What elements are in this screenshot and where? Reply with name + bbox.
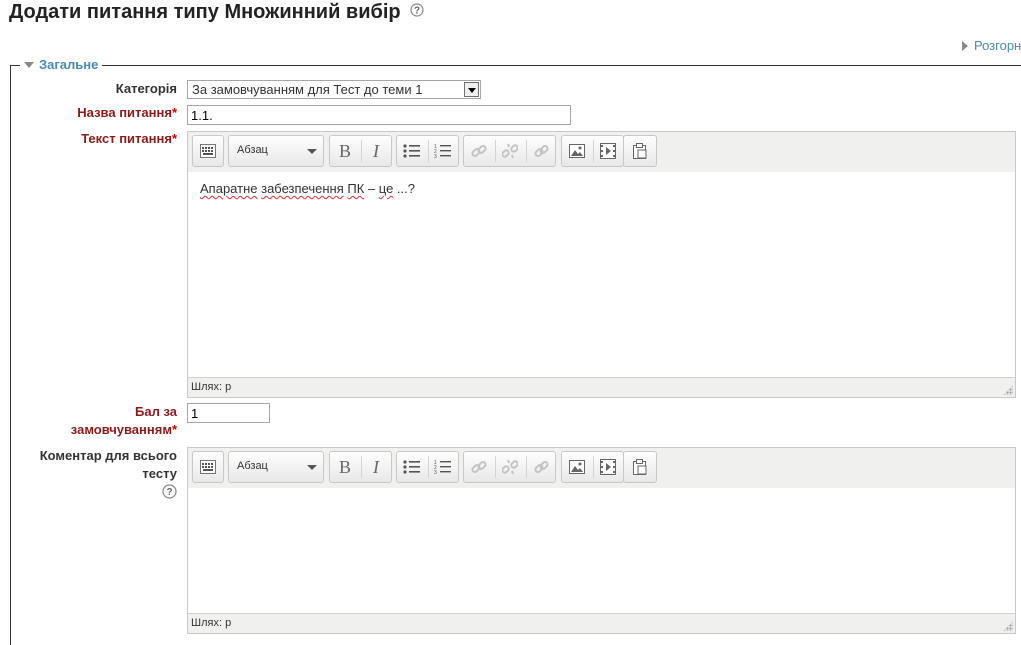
svg-text:B: B [339,142,351,160]
toggle-toolbar-icon[interactable] [193,452,223,482]
paste-icon[interactable] [625,136,655,166]
bold-icon[interactable]: B [330,136,360,166]
toolbar-group-media [561,451,624,483]
question-text-label: Текст питання* [40,130,177,148]
required-star: * [171,105,177,120]
element-path[interactable]: Шлях: p [191,617,231,629]
general-feedback-label-line2: тесту [142,466,177,481]
editor-statusbar: Шлях: p [188,613,1015,633]
toolbar-group-text-style: B I [329,135,392,167]
link-icon[interactable] [464,136,494,166]
paste-icon[interactable] [625,452,655,482]
expand-all-link[interactable]: Розгорн [962,38,1021,53]
page-title: Додати питання типу Множинний вибір ? [9,1,424,24]
svg-text:3: 3 [434,470,437,475]
toolbar-group-toggle [192,451,224,483]
unlink-icon[interactable] [495,136,525,166]
question-name-label-text: Назва питання [77,105,172,120]
dropdown-arrow-icon [307,149,317,154]
general-feedback-editor: Абзац B I 123 Шлях: p [187,447,1016,634]
editor-toolbar: Абзац B I 123 [188,132,1015,173]
link-icon[interactable] [464,452,494,482]
format-select-value: Абзац [237,460,268,472]
question-name-label: Назва питання* [40,104,177,122]
required-star: * [171,422,177,437]
text-fragment: – [364,181,379,196]
editor-toolbar: Абзац B I 123 [188,448,1015,489]
numbered-list-icon[interactable]: 123 [428,136,458,166]
expand-all-label: Розгорн [974,38,1021,53]
category-label: Категорія [60,80,177,98]
toolbar-group-lists: 123 [396,451,459,483]
text-fragment: це [378,181,394,196]
media-icon[interactable] [593,452,623,482]
question-text-editor: Абзац B I 123 Апаратне забезпечення ПК –… [187,131,1016,398]
default-mark-label-line2: замовчуванням [70,422,172,437]
image-icon[interactable] [562,452,592,482]
text-fragment: забезпечення [261,181,344,196]
anchor-icon[interactable] [526,452,556,482]
numbered-list-icon[interactable]: 123 [428,452,458,482]
svg-text:3: 3 [434,154,437,159]
required-star: * [171,131,177,146]
text-fragment: Апаратне [200,181,258,196]
toolbar-group-links [463,135,556,167]
category-select[interactable]: За замовчуванням для Тест до теми 1 [187,80,481,99]
dropdown-arrow-icon [307,465,317,470]
format-select[interactable]: Абзац [228,451,324,483]
svg-text:I: I [372,142,380,160]
chevron-right-icon [962,41,968,51]
toolbar-group-paste [623,135,657,167]
chevron-down-icon [24,62,34,68]
help-icon[interactable]: ? [410,0,424,23]
image-icon[interactable] [562,136,592,166]
question-text-label-text: Текст питання [81,131,172,146]
resize-handle-icon[interactable] [1003,621,1013,631]
section-legend-general[interactable]: Загальне [20,57,103,72]
editor-statusbar: Шлях: p [188,377,1015,397]
default-mark-label: Бал за замовчуванням* [40,403,177,439]
svg-text:B: B [339,458,351,476]
toolbar-group-lists: 123 [396,135,459,167]
bullet-list-icon[interactable] [397,136,427,166]
category-label-text: Категорія [115,81,177,96]
toggle-toolbar-icon[interactable] [193,136,223,166]
dropdown-arrow-icon[interactable] [464,82,479,97]
default-mark-label-line1: Бал за [135,404,177,419]
toolbar-group-text-style: B I [329,451,392,483]
italic-icon[interactable]: I [361,452,391,482]
toolbar-group-links [463,451,556,483]
unlink-icon[interactable] [495,452,525,482]
format-select-value: Абзац [237,144,268,156]
bold-icon[interactable]: B [330,452,360,482]
help-icon[interactable]: ? [10,484,177,504]
general-feedback-content[interactable] [188,488,1015,614]
italic-icon[interactable]: I [361,136,391,166]
svg-text:?: ? [414,5,420,16]
bullet-list-icon[interactable] [397,452,427,482]
media-icon[interactable] [593,136,623,166]
toolbar-group-paste [623,451,657,483]
general-feedback-label: Коментар для всього тесту ? [10,447,177,504]
svg-text:?: ? [166,487,172,498]
resize-handle-icon[interactable] [1003,385,1013,395]
text-fragment: ПК [347,181,365,196]
fieldset-border-top [10,65,1021,66]
text-fragment: ...? [393,181,415,196]
anchor-icon[interactable] [526,136,556,166]
page-title-text: Додати питання типу Множинний вибір [9,1,401,23]
section-legend-label: Загальне [39,57,99,72]
toolbar-group-media [561,135,624,167]
general-feedback-label-line1: Коментар для всього [39,448,177,463]
default-mark-input[interactable] [187,403,270,423]
category-selected-value: За замовчуванням для Тест до теми 1 [192,82,423,97]
fieldset-border-left [10,65,11,645]
svg-text:I: I [372,458,380,476]
question-name-input[interactable] [187,105,571,125]
element-path[interactable]: Шлях: p [191,381,231,393]
toolbar-group-toggle [192,135,224,167]
question-text-content[interactable]: Апаратне забезпечення ПК – це ...? [188,172,1015,378]
question-text-value: Апаратне забезпечення ПК – це ...? [200,181,415,196]
format-select[interactable]: Абзац [228,135,324,167]
